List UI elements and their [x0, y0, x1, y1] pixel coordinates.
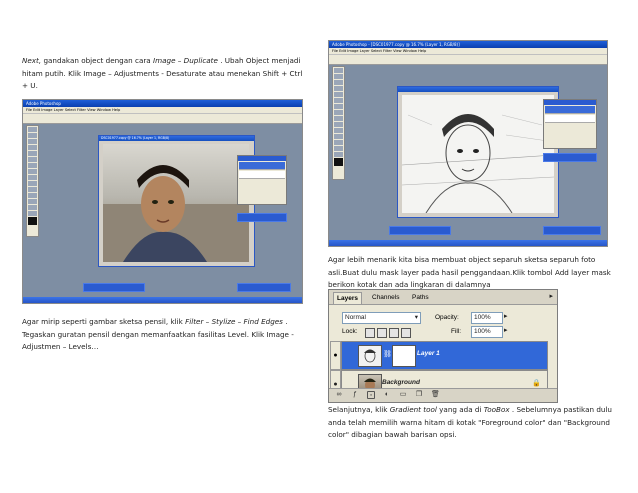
taskbar [329, 240, 607, 246]
palette-strip [543, 226, 601, 235]
blend-mode-select[interactable]: Normal ▾ [342, 312, 421, 324]
paragraph-italic: Filter – Stylize – Find Edges [185, 317, 283, 326]
window-title: Adobe Photoshop - [DSC01977.copy @ 16.7%… [329, 41, 607, 48]
layer-row-layer-1[interactable]: ● ⛓ Layer 1 [330, 341, 548, 370]
tab-layers[interactable]: Layers [333, 292, 362, 304]
fill-slider-icon[interactable]: ▸ [504, 326, 508, 334]
paragraph-layer-mask: Agar lebih menarik kita bisa membuat obj… [328, 254, 613, 292]
document-title-bar [398, 87, 558, 92]
opacity-label: Opacity: [435, 314, 459, 321]
palette-strip [83, 283, 145, 292]
paragraph-italic: Gradient tool [389, 405, 437, 414]
layer-style-icon[interactable]: ƒ [351, 391, 359, 399]
document-window: DSC01977.copy @ 16.7% (Layer 1, RGB/8) [98, 135, 255, 267]
fill-value: 100% [474, 328, 491, 335]
palette-strip [389, 226, 451, 235]
document-window [397, 86, 559, 218]
paragraph-text: Selanjutnya, klik [328, 405, 390, 414]
options-bar [329, 54, 607, 65]
layer-mask-thumbnail[interactable] [392, 345, 416, 367]
opacity-slider-icon[interactable]: ▸ [504, 312, 508, 320]
paragraph-text: gandakan object dengan cara [41, 56, 153, 65]
chevron-down-icon: ▾ [414, 314, 418, 321]
layer-name: Layer 1 [417, 350, 440, 357]
lock-all-icon[interactable] [401, 328, 411, 338]
new-layer-icon[interactable]: ❐ [415, 391, 423, 399]
paragraph-text: Agar lebih menarik kita bisa membuat obj… [328, 255, 611, 289]
chain-icon[interactable]: ⛓ [383, 350, 392, 358]
layer-thumbnail [358, 345, 382, 367]
paragraph-text: yang ada di [436, 405, 484, 414]
layers-panel-mini [237, 155, 287, 205]
layers-panel-tabs: Layers Channels Paths ▸ [329, 290, 557, 305]
layers-panel-mini [543, 99, 597, 149]
panel-menu-arrow-icon[interactable]: ▸ [549, 292, 553, 300]
paragraph-italic: Image – Duplicate [153, 56, 218, 65]
toolbox [26, 125, 39, 237]
paragraph-duplicate: Next, gandakan object dengan cara Image … [22, 55, 307, 93]
lock-position-icon[interactable] [389, 328, 399, 338]
taskbar [23, 297, 302, 303]
add-layer-mask-icon[interactable]: ◦ [367, 391, 375, 399]
trash-icon[interactable]: 🗑 [431, 391, 440, 399]
palette-strip [543, 153, 597, 162]
window-title: Adobe Photoshop [23, 100, 302, 107]
fill-field[interactable]: 100% [471, 326, 503, 338]
paragraph-italic: TooBox [483, 405, 510, 414]
paragraph-italic: Next, [22, 56, 42, 65]
layers-panel-footer: ∞ ƒ ◦ ◐ ▭ ❐ 🗑 [329, 388, 557, 402]
layer-name: Background [382, 379, 420, 386]
screenshot-photoshop-desaturate: Adobe Photoshop File Edit Image Layer Se… [22, 99, 303, 304]
blend-mode-value: Normal [345, 314, 366, 321]
link-layers-icon[interactable]: ∞ [335, 391, 343, 399]
tab-paths[interactable]: Paths [409, 292, 432, 303]
tab-channels[interactable]: Channels [369, 292, 402, 303]
fill-label: Fill: [451, 328, 462, 335]
palette-strip [237, 213, 287, 222]
adjustment-layer-icon[interactable]: ◐ [383, 391, 391, 399]
lock-image-icon[interactable] [377, 328, 387, 338]
opacity-field[interactable]: 100% [471, 312, 503, 324]
layers-panel: Layers Channels Paths ▸ Normal ▾ Opacity… [328, 289, 558, 403]
eye-icon[interactable]: ● [330, 341, 341, 370]
photo-color [103, 144, 249, 262]
lock-transparent-icon[interactable] [365, 328, 375, 338]
paragraph-gradient-tool: Selanjutnya, klik Gradient tool yang ada… [328, 404, 613, 442]
photo-sketch [402, 95, 554, 213]
lock-label: Lock: [342, 328, 358, 335]
new-group-icon[interactable]: ▭ [399, 391, 407, 399]
toolbox [332, 66, 345, 180]
paragraph-find-edges: Agar mirip seperti gambar sketsa pensil,… [22, 316, 307, 354]
paragraph-text: Agar mirip seperti gambar sketsa pensil,… [22, 317, 186, 326]
lock-icon: 🔒 [532, 380, 541, 387]
opacity-value: 100% [474, 314, 491, 321]
palette-strip [237, 283, 291, 292]
document-title: DSC01977.copy @ 16.7% (Layer 1, RGB/8) [99, 136, 254, 141]
screenshot-photoshop-sketch: Adobe Photoshop - [DSC01977.copy @ 16.7%… [328, 40, 608, 247]
options-bar [23, 113, 302, 124]
